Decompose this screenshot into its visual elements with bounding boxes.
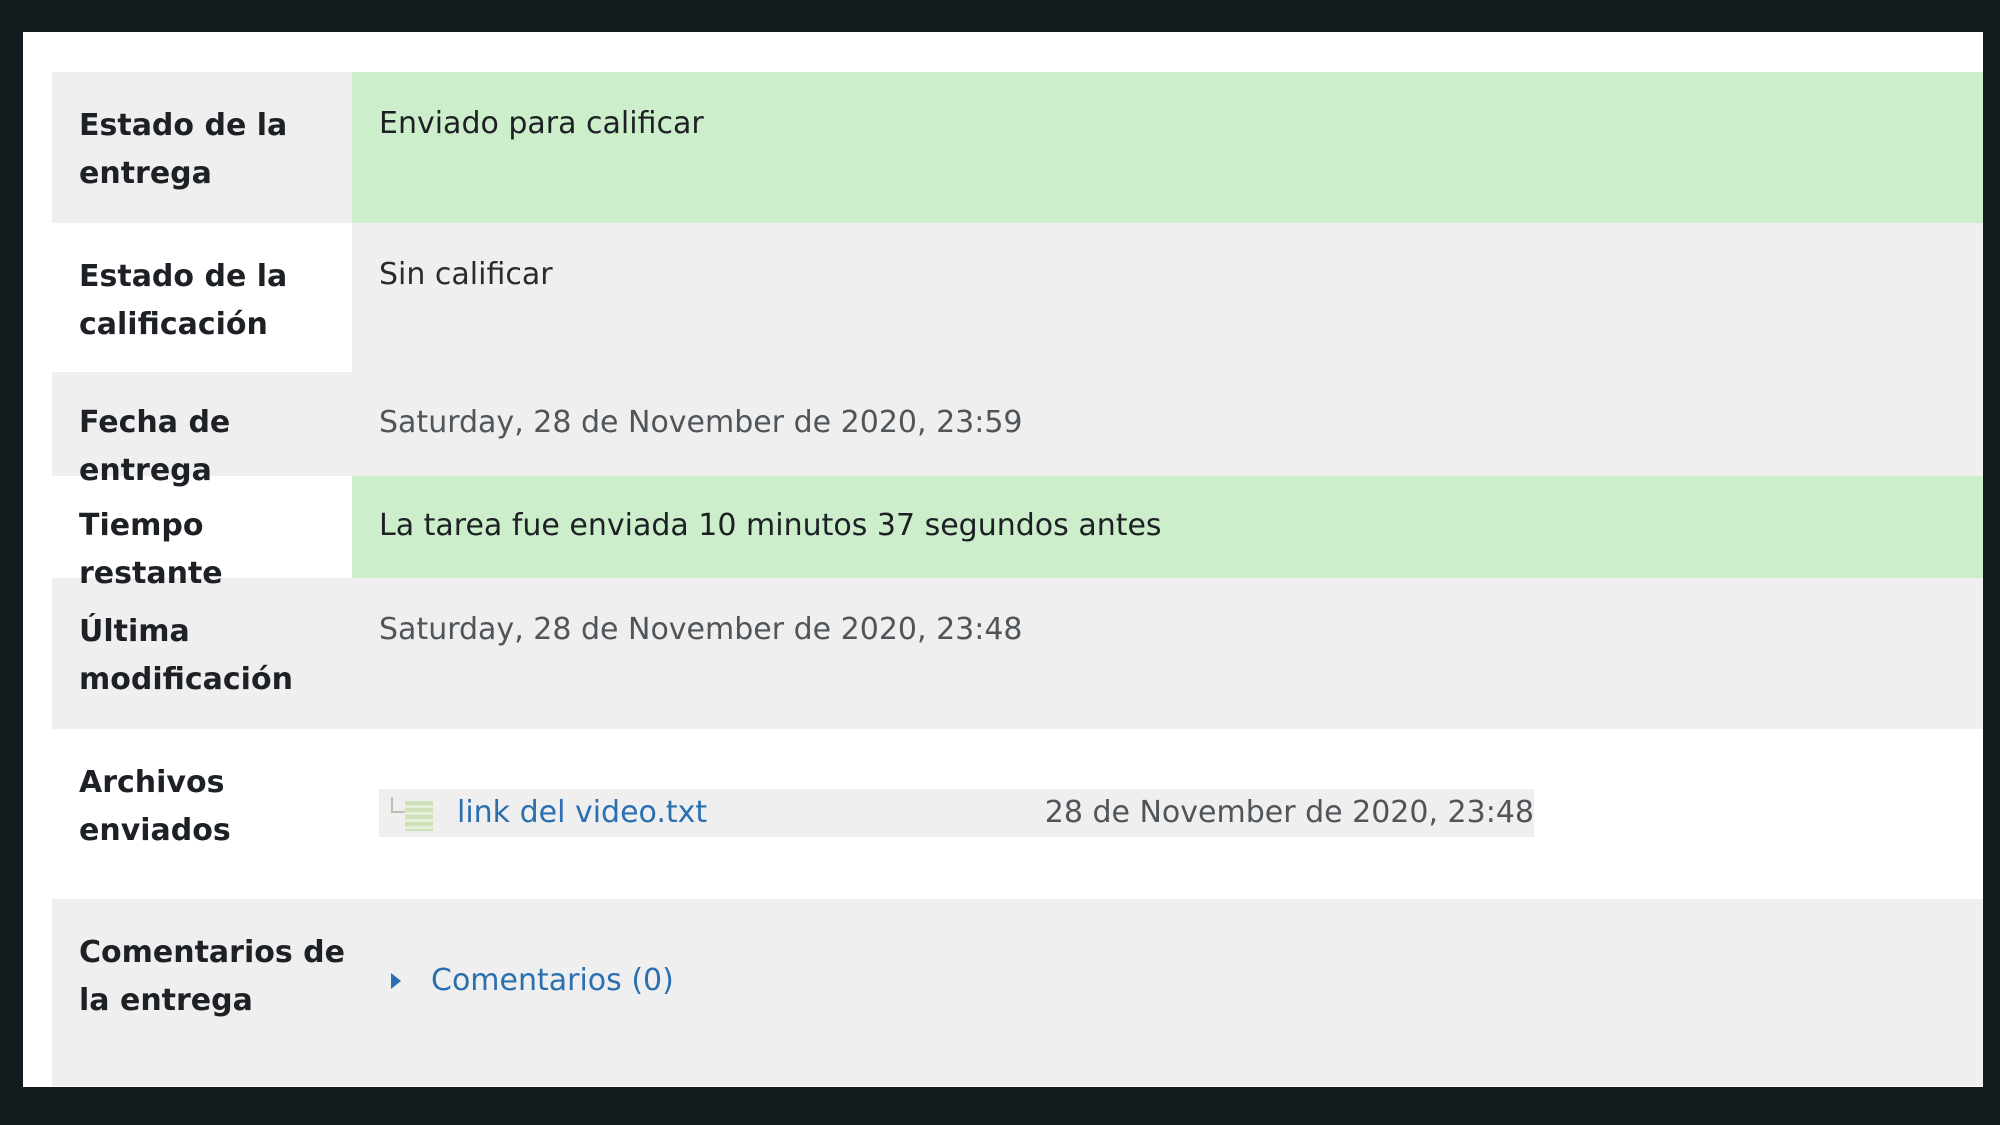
comments-toggle[interactable]: Comentarios (0): [379, 957, 1983, 1005]
submission-status-table: Estado de la entrega Enviado para califi…: [52, 72, 1983, 1086]
submission-status-panel: Estado de la entrega Enviado para califi…: [23, 32, 1983, 1087]
caret-right-icon: [391, 973, 401, 989]
file-date: 28 de November de 2020, 23:48: [1044, 795, 1534, 830]
due-date-value: Saturday, 28 de November de 2020, 23:59: [379, 405, 1023, 440]
row-label: Comentarios de la entrega: [79, 935, 345, 1018]
comments-link[interactable]: Comentarios (0): [431, 957, 674, 1005]
row-label: Estado de la calificación: [79, 259, 288, 342]
row-label: Estado de la entrega: [79, 108, 288, 191]
row-label: Fecha de entrega: [79, 405, 231, 488]
text-file-icon: [391, 795, 433, 831]
row-submitted-files: Archivos enviados link del video.txt 28 …: [52, 729, 1983, 899]
row-label: Tiempo restante: [79, 508, 223, 591]
grading-status-value: Sin calificar: [352, 223, 1983, 372]
time-remaining-value: La tarea fue enviada 10 minutos 37 segun…: [352, 476, 1983, 578]
row-submission-comments: Comentarios de la entrega Comentarios (0…: [52, 899, 1983, 1086]
row-label: Archivos enviados: [79, 765, 231, 848]
row-due-date: Fecha de entrega Saturday, 28 de Novembe…: [52, 372, 1983, 488]
file-list-item: link del video.txt 28 de November de 202…: [379, 789, 1534, 837]
row-submission-status: Estado de la entrega Enviado para califi…: [52, 72, 1983, 223]
submission-comments-value: Comentarios (0): [352, 899, 1983, 1086]
row-time-remaining: Tiempo restante La tarea fue enviada 10 …: [52, 476, 1983, 591]
submitted-files-value: link del video.txt 28 de November de 202…: [352, 729, 1983, 899]
row-label: Última modificación: [79, 614, 293, 697]
last-modified-value: Saturday, 28 de November de 2020, 23:48: [379, 612, 1023, 647]
row-last-modified: Última modificación Saturday, 28 de Nove…: [52, 578, 1983, 729]
row-grading-status: Estado de la calificación Sin calificar: [52, 223, 1983, 372]
submission-status-value: Enviado para calificar: [352, 72, 1983, 223]
file-link[interactable]: link del video.txt: [457, 789, 707, 837]
